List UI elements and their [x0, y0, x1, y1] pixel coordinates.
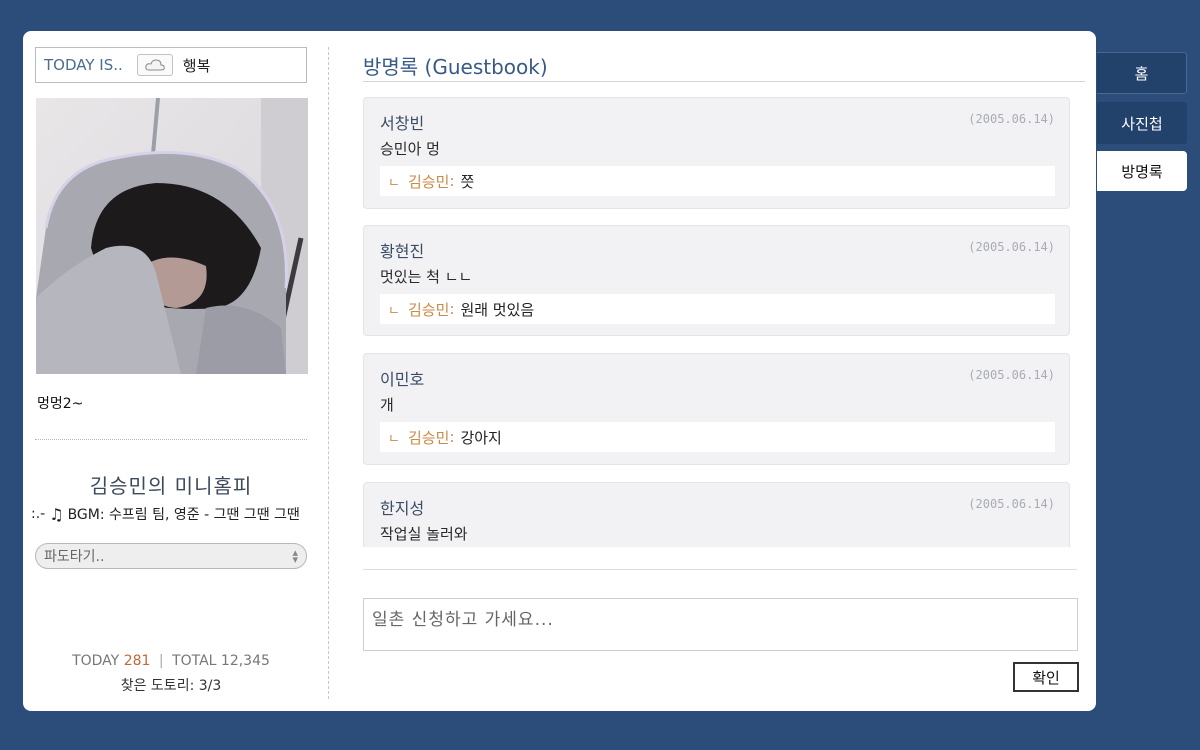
entry-author[interactable]: 한지성 [380, 495, 424, 519]
today-mood-box: TODAY IS.. 행복 [35, 47, 307, 83]
reply-arrow-icon: ㄴ [388, 175, 400, 191]
guestbook-entry: 이민호 (2005.06.14) 개 ㄴ 김승민 : 강아지 [363, 353, 1070, 465]
acorn-count: 찾은 도토리: 3/3 [120, 678, 222, 694]
tab-photos[interactable]: 사진첩 [1097, 102, 1187, 144]
reply-arrow-icon: ㄴ [388, 303, 400, 319]
minihompy-window: TODAY IS.. 행복 멍멍2~ 김승민의 미니홈피:.- ♫ BGM: … [23, 31, 1096, 711]
music-note-icon: ♫ [49, 504, 64, 524]
today-label: TODAY IS.. [44, 56, 123, 74]
entry-reply: ㄴ 김승민 : 쯧 [380, 166, 1055, 196]
entry-message: 멋있는 척 ㄴㄴ [380, 268, 473, 286]
reply-author[interactable]: 김승민 [408, 171, 449, 192]
title-divider [363, 81, 1085, 82]
today-count-label: TODAY [72, 653, 120, 669]
entry-message: 작업실 놀러와 [380, 525, 468, 543]
guestbook-list: 서창빈 (2005.06.14) 승민아 멍 ㄴ 김승민 : 쯧 황현진 (20… [363, 97, 1072, 547]
reply-author[interactable]: 김승민 [408, 299, 449, 320]
bgm-title: BGM: 수프림 팀, 영준 - 그땐 그땐 그땐 [67, 507, 300, 523]
guestbook-write-field[interactable] [363, 598, 1078, 651]
divider [35, 439, 307, 440]
select-arrows-icon: ▴ ▾ [292, 546, 298, 566]
reply-text: 강아지 [460, 428, 502, 447]
total-count-label: TOTAL [172, 653, 217, 669]
entry-date: (2005.06.14) [968, 368, 1055, 382]
list-bottom-divider [363, 569, 1077, 570]
today-count: 281 [123, 653, 151, 669]
mood-text: 행복 [182, 56, 211, 75]
bgm-prefix: :.- [31, 506, 46, 522]
entry-date: (2005.06.14) [968, 112, 1055, 126]
entry-date: (2005.06.14) [968, 497, 1055, 511]
confirm-button[interactable]: 확인 [1013, 662, 1079, 692]
reply-author[interactable]: 김승민 [408, 427, 449, 448]
wave-select-label: 파도타기.. [44, 549, 105, 565]
cloud-icon[interactable] [136, 54, 173, 76]
guestbook-entry: 한지성 (2005.06.14) 작업실 놀러와 [363, 482, 1070, 547]
guestbook-entry: 서창빈 (2005.06.14) 승민아 멍 ㄴ 김승민 : 쯧 [363, 97, 1070, 209]
reply-colon: : [449, 172, 455, 190]
profile-photo [36, 98, 308, 374]
entry-author[interactable]: 서창빈 [380, 110, 424, 134]
wave-select[interactable]: 파도타기.. ▴ ▾ [35, 543, 307, 569]
reply-colon: : [449, 300, 455, 318]
tab-guestbook[interactable]: 방명록 [1097, 151, 1187, 191]
visit-stats: TODAY 281 | TOTAL 12,345 [35, 653, 307, 669]
page-title: 방명록 (Guestbook) [363, 55, 548, 79]
entry-reply: ㄴ 김승민 : 강아지 [380, 422, 1055, 452]
total-count: 12,345 [220, 653, 270, 669]
stats-divider: | [158, 653, 164, 669]
guestbook-entry: 황현진 (2005.06.14) 멋있는 척 ㄴㄴ ㄴ 김승민 : 원래 멋있음 [363, 225, 1070, 336]
entry-date: (2005.06.14) [968, 240, 1055, 254]
entry-author[interactable]: 이민호 [380, 366, 424, 390]
entry-author[interactable]: 황현진 [380, 238, 424, 262]
entry-reply: ㄴ 김승민 : 원래 멋있음 [380, 294, 1055, 324]
photo-caption: 멍멍2~ [37, 396, 84, 412]
reply-text: 원래 멋있음 [460, 300, 535, 319]
site-title: 김승민의 미니홈피 [89, 474, 253, 498]
entry-message: 승민아 멍 [380, 140, 440, 158]
reply-text: 쯧 [460, 172, 475, 191]
entry-message: 개 [380, 396, 394, 414]
bgm-line[interactable]: :.- ♫ BGM: 수프림 팀, 영준 - 그땐 그땐 그땐 [31, 504, 311, 524]
reply-arrow-icon: ㄴ [388, 431, 400, 447]
column-divider [328, 47, 329, 699]
tab-home[interactable]: 홈 [1097, 52, 1187, 94]
reply-colon: : [449, 428, 455, 446]
